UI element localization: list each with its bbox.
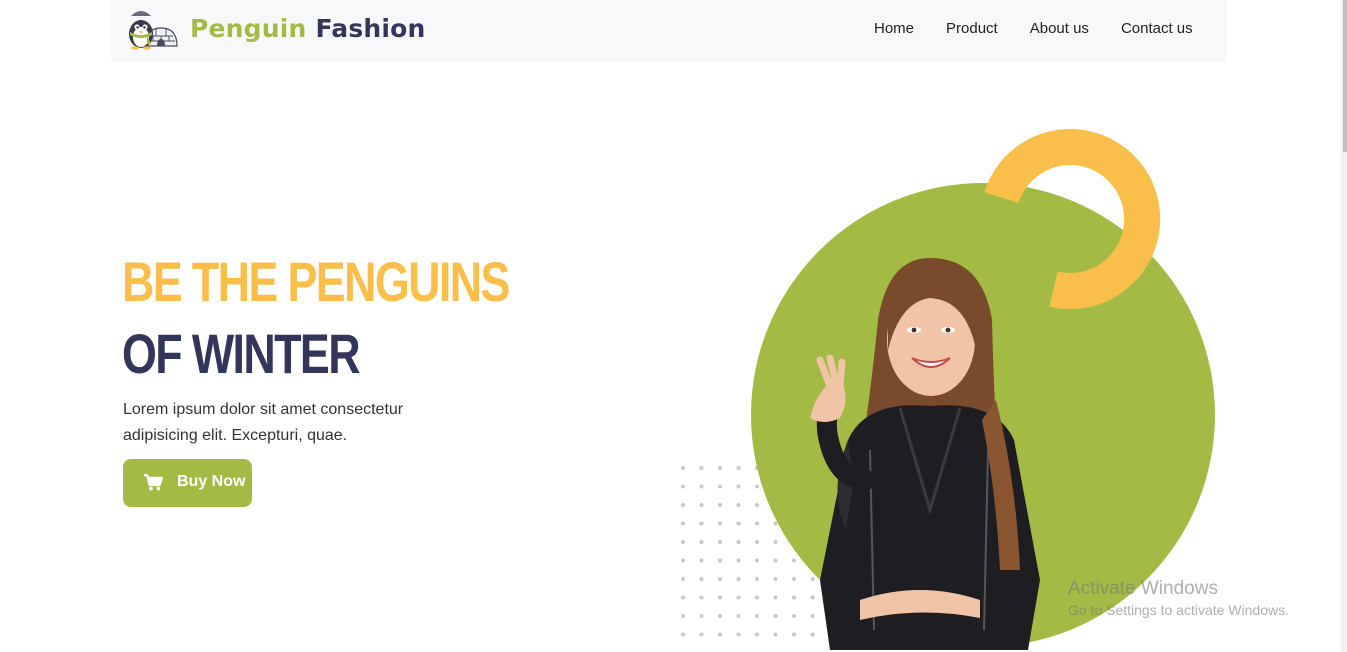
buy-now-label: Buy Now bbox=[177, 473, 246, 490]
brand-name[interactable]: Penguin Fashion bbox=[190, 14, 426, 43]
cart-icon bbox=[144, 474, 163, 491]
buy-now-button[interactable]: Buy Now bbox=[123, 459, 252, 507]
navbar: Penguin Fashion Home Product About us Co… bbox=[111, 0, 1227, 62]
nav-link-home[interactable]: Home bbox=[874, 20, 914, 37]
nav-links: Home Product About us Contact us bbox=[874, 20, 1193, 37]
windows-activation-watermark: Activate Windows bbox=[1068, 578, 1218, 599]
nav-link-product[interactable]: Product bbox=[946, 20, 998, 37]
brand-name-part2: Fashion bbox=[315, 14, 426, 43]
nav-link-contact-us[interactable]: Contact us bbox=[1121, 20, 1193, 37]
hero-headline-line1: BE THE PENGUINS bbox=[122, 250, 510, 313]
windows-activation-subtext: Go to Settings to activate Windows. bbox=[1068, 602, 1289, 618]
hero-headline-line2: OF WINTER bbox=[122, 322, 361, 385]
nav-link-about-us[interactable]: About us bbox=[1030, 20, 1089, 37]
penguin-logo-icon[interactable] bbox=[123, 8, 179, 50]
model-photo bbox=[810, 258, 1040, 650]
scrollbar-thumb[interactable] bbox=[1343, 0, 1347, 152]
hero-description: Lorem ipsum dolor sit amet consectetur a… bbox=[123, 401, 404, 444]
brand-name-part1: Penguin bbox=[190, 14, 307, 43]
